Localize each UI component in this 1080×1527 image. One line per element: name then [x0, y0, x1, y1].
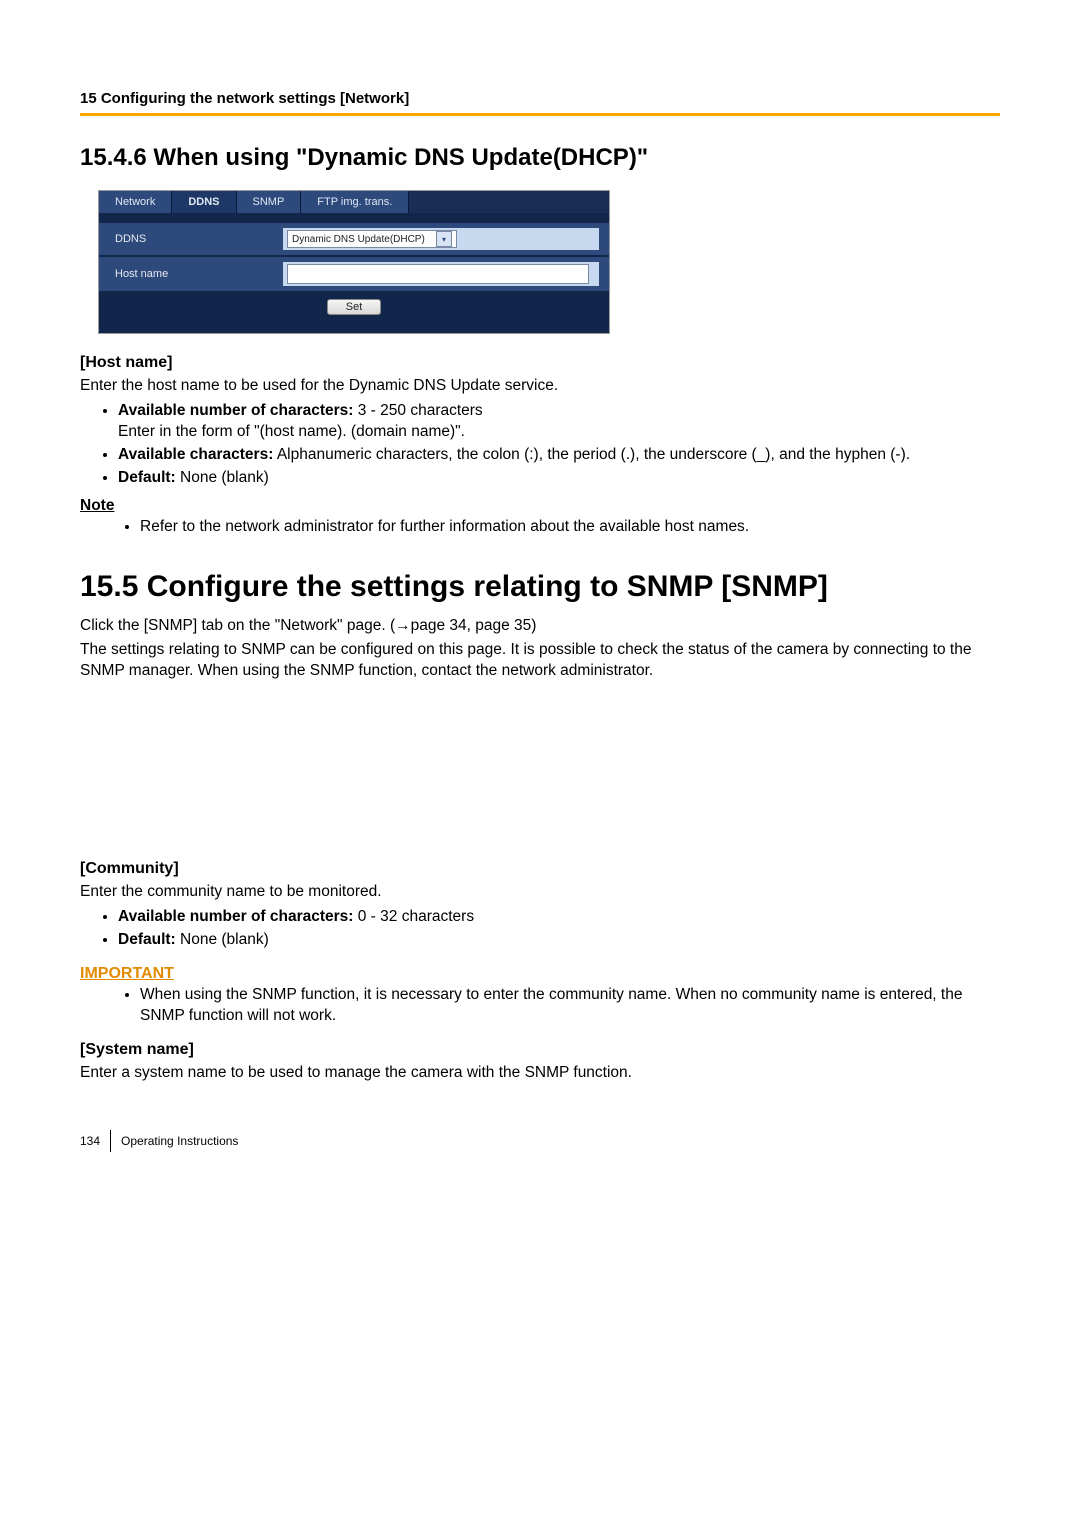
text: Alphanumeric characters, the colon (:), … — [273, 446, 910, 463]
tab-ddns[interactable]: DDNS — [172, 191, 236, 213]
list-item: When using the SNMP function, it is nece… — [140, 985, 1000, 1027]
tab-network[interactable]: Network — [99, 191, 172, 213]
section-title-1546: 15.4.6 When using "Dynamic DNS Update(DH… — [80, 144, 1000, 172]
community-desc: Enter the community name to be monitored… — [80, 882, 1000, 903]
label: Available characters: — [118, 446, 273, 463]
ddns-mode-value: Dynamic DNS Update(DHCP) — [292, 234, 425, 245]
tab-spacer — [409, 191, 609, 213]
note-list: Refer to the network administrator for f… — [80, 517, 1000, 538]
hostname-bullets: Available number of characters: 3 - 250 … — [80, 401, 1000, 489]
systemname-desc: Enter a system name to be used to manage… — [80, 1063, 1000, 1084]
hostname-input[interactable] — [287, 264, 589, 284]
set-button[interactable]: Set — [327, 299, 382, 315]
divider — [80, 113, 1000, 116]
list-item: Available number of characters: 3 - 250 … — [118, 401, 1000, 443]
tab-ftp[interactable]: FTP img. trans. — [301, 191, 409, 213]
text: None (blank) — [176, 469, 269, 486]
list-item: Refer to the network administrator for f… — [140, 517, 1000, 538]
hostname-row-label: Host name — [109, 268, 283, 280]
divider — [110, 1130, 111, 1152]
hostname-heading: [Host name] — [80, 354, 1000, 372]
label: Default: — [118, 469, 176, 486]
page-footer: 134 Operating Instructions — [80, 1130, 1000, 1152]
text: None (blank) — [176, 931, 269, 948]
ddns-mode-select[interactable]: Dynamic DNS Update(DHCP) ▾ — [287, 230, 457, 248]
important-heading: IMPORTANT — [80, 965, 1000, 983]
ddns-row-label: DDNS — [109, 233, 283, 245]
tab-bar: Network DDNS SNMP FTP img. trans. — [99, 191, 609, 213]
list-item: Available characters: Alphanumeric chara… — [118, 445, 1000, 466]
label: Default: — [118, 931, 176, 948]
community-heading: [Community] — [80, 860, 1000, 878]
text: Enter in the form of "(host name). (doma… — [118, 423, 465, 440]
label: Available number of characters: — [118, 908, 353, 925]
footer-title: Operating Instructions — [121, 1134, 238, 1148]
text: 3 - 250 characters — [353, 402, 482, 419]
snmp-intro-2: The settings relating to SNMP can be con… — [80, 640, 1000, 682]
label: Available number of characters: — [118, 402, 353, 419]
text: 0 - 32 characters — [353, 908, 474, 925]
tab-snmp[interactable]: SNMP — [237, 191, 302, 213]
ddns-settings-screenshot: Network DDNS SNMP FTP img. trans. DDNS D… — [98, 190, 610, 334]
important-list: When using the SNMP function, it is nece… — [80, 985, 1000, 1027]
section-title-155: 15.5 Configure the settings relating to … — [80, 570, 1000, 604]
hostname-desc: Enter the host name to be used for the D… — [80, 376, 1000, 397]
text: page 34, page 35) — [411, 617, 537, 634]
systemname-heading: [System name] — [80, 1041, 1000, 1059]
chapter-header: 15 Configuring the network settings [Net… — [80, 90, 1000, 107]
chevron-down-icon: ▾ — [436, 231, 452, 247]
note-heading: Note — [80, 497, 1000, 515]
snmp-intro-1: Click the [SNMP] tab on the "Network" pa… — [80, 616, 1000, 637]
page-number: 134 — [80, 1134, 100, 1148]
list-item: Available number of characters: 0 - 32 c… — [118, 907, 1000, 928]
list-item: Default: None (blank) — [118, 930, 1000, 951]
community-bullets: Available number of characters: 0 - 32 c… — [80, 907, 1000, 951]
text: Click the [SNMP] tab on the "Network" pa… — [80, 617, 395, 634]
list-item: Default: None (blank) — [118, 468, 1000, 489]
screenshot-placeholder — [80, 686, 1000, 846]
